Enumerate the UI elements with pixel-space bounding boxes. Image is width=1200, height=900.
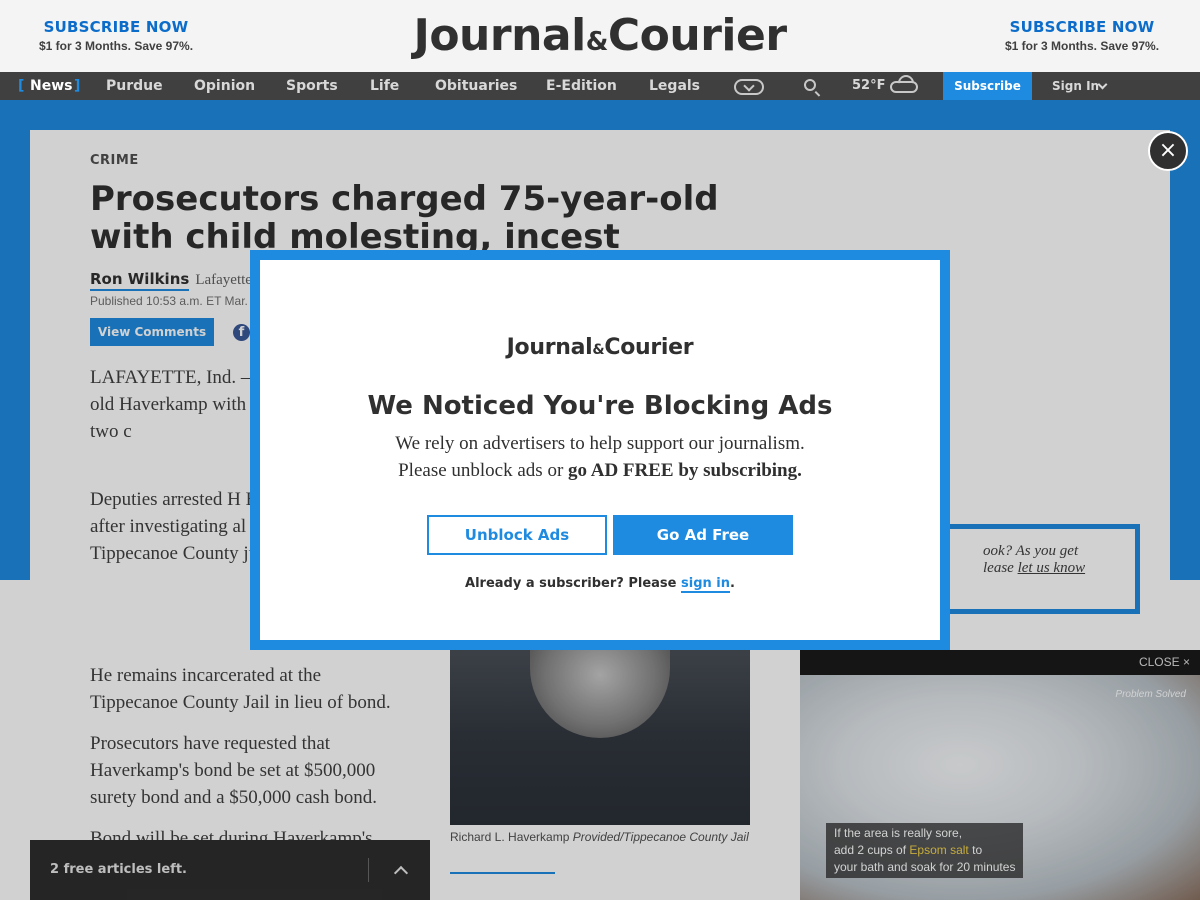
logo-journal: Journal [506,335,593,360]
nav-bracket-open: [ [18,78,25,94]
nav-subscribe-button[interactable]: Subscribe [943,72,1032,100]
modal-body-line: Please unblock ads or [398,460,564,481]
logo-courier: Courier [607,10,787,61]
modal-body-emphasis: go AD FREE by subscribing. [568,460,802,481]
nav-item-legals[interactable]: Legals [649,72,700,100]
logo-journal: Journal [413,10,586,61]
modal-footer-suffix: . [730,576,735,591]
weather-temperature[interactable]: 52°F [852,72,885,100]
nav-item-opinion[interactable]: Opinion [194,72,255,100]
subscribe-cta-title[interactable]: SUBSCRIBE NOW [982,18,1182,36]
sign-in-link[interactable]: sign in [681,576,731,593]
nav-signin-button[interactable]: Sign In [1052,72,1099,100]
search-icon[interactable] [804,79,816,91]
logo-ampersand: & [585,27,609,57]
nav-item-obituaries[interactable]: Obituaries [435,72,517,100]
subscribe-cta-offer[interactable]: $1 for 3 Months. Save 97%. [982,39,1182,53]
logo-courier: Courier [604,335,694,360]
modal-content: Journal&Courier We Noticed You're Blocki… [260,260,940,640]
nav-bracket-close: ] [74,78,81,94]
adblock-modal: Journal&Courier We Noticed You're Blocki… [250,250,950,650]
close-icon[interactable]: × [1148,131,1188,171]
site-header: SUBSCRIBE NOW $1 for 3 Months. Save 97%.… [0,0,1200,72]
cloud-icon[interactable] [890,81,918,93]
modal-footer-text: Already a subscriber? Please [465,576,677,591]
logo-ampersand: & [592,342,605,358]
unblock-ads-button[interactable]: Unblock Ads [427,515,607,555]
main-nav: [ News ] Purdue Opinion Sports Life Obit… [0,72,1200,100]
modal-body: We rely on advertisers to help support o… [260,430,940,484]
modal-title: We Noticed You're Blocking Ads [367,391,833,421]
modal-body-line: We rely on advertisers to help support o… [395,433,805,454]
newsletter-icon[interactable] [734,79,764,95]
go-ad-free-button[interactable]: Go Ad Free [613,515,793,555]
subscribe-cta-right[interactable]: SUBSCRIBE NOW $1 for 3 Months. Save 97%. [982,18,1182,53]
nav-item-e-edition[interactable]: E-Edition [546,72,617,100]
nav-item-news[interactable]: News [30,72,72,100]
nav-item-sports[interactable]: Sports [286,72,338,100]
modal-logo: Journal&Courier [260,335,940,360]
nav-item-life[interactable]: Life [370,72,399,100]
nav-item-purdue[interactable]: Purdue [106,72,163,100]
modal-footer: Already a subscriber? Please sign in. [260,576,940,593]
